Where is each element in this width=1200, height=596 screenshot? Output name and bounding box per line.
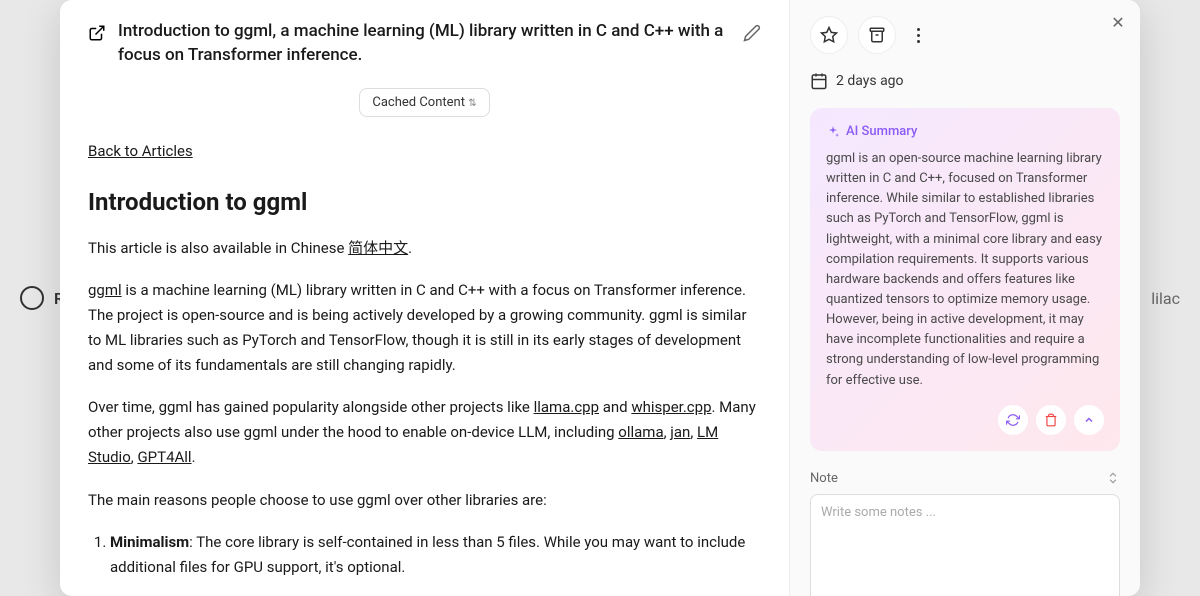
more-menu-button[interactable] [906, 16, 930, 54]
llamacpp-link[interactable]: llama.cpp [534, 398, 599, 416]
cached-content-button[interactable]: Cached Content ⇅ [359, 88, 489, 117]
summary-title: AI Summary [846, 124, 917, 139]
refresh-icon [1006, 413, 1020, 427]
summary-text: ggml is an open-source machine learning … [826, 149, 1104, 391]
edit-icon[interactable] [743, 24, 761, 42]
user-label: lilac [1151, 289, 1180, 308]
vertical-dots-icon [917, 28, 920, 43]
star-icon [820, 26, 838, 44]
archive-button[interactable] [858, 16, 896, 54]
sparkle-icon [826, 125, 840, 139]
trash-icon [1044, 413, 1058, 427]
app-logo-icon [20, 286, 44, 310]
page-title: Introduction to ggml, a machine learning… [118, 20, 731, 68]
article-paragraph: ggml is a machine learning (ML) library … [88, 278, 761, 377]
timestamp-text: 2 days ago [836, 73, 904, 89]
star-button[interactable] [810, 16, 848, 54]
whispercpp-link[interactable]: whisper.cpp [631, 398, 711, 416]
updown-caret-icon: ⇅ [468, 98, 476, 109]
archive-icon [868, 26, 886, 44]
ollama-link[interactable]: ollama [618, 423, 663, 441]
close-button[interactable]: ✕ [1108, 12, 1128, 32]
delete-summary-button[interactable] [1036, 405, 1066, 435]
ai-summary-card: AI Summary ggml is an open-source machin… [810, 108, 1120, 451]
gpt4all-link[interactable]: GPT4All [137, 448, 191, 466]
timestamp-row: 2 days ago [810, 72, 1120, 90]
refresh-summary-button[interactable] [998, 405, 1028, 435]
jan-link[interactable]: jan [670, 423, 690, 441]
sidebar-pane: ✕ 2 days ago AI Summary ggml is an open-… [790, 0, 1140, 596]
chevron-up-icon [1083, 414, 1095, 426]
collapse-note-button[interactable] [1106, 471, 1120, 485]
list-item: Minimalism: The core library is self-con… [110, 530, 761, 580]
note-textarea[interactable] [810, 494, 1120, 596]
note-label: Note [810, 471, 838, 486]
ggml-link[interactable]: ggml [88, 281, 122, 299]
article-body: This article is also available in Chines… [88, 236, 761, 580]
back-to-articles-link[interactable]: Back to Articles [88, 142, 193, 160]
article-modal: Introduction to ggml, a machine learning… [60, 0, 1140, 596]
chinese-link[interactable]: 简体中文 [348, 239, 408, 257]
article-paragraph: The main reasons people choose to use gg… [88, 488, 761, 513]
calendar-icon [810, 72, 828, 90]
external-link-icon[interactable] [88, 24, 106, 42]
collapse-summary-button[interactable] [1074, 405, 1104, 435]
article-heading: Introduction to ggml [88, 188, 761, 216]
article-content-pane: Introduction to ggml, a machine learning… [60, 0, 790, 596]
chevron-updown-icon [1106, 471, 1120, 485]
article-paragraph: This article is also available in Chines… [88, 236, 761, 261]
article-paragraph: Over time, ggml has gained popularity al… [88, 395, 761, 469]
